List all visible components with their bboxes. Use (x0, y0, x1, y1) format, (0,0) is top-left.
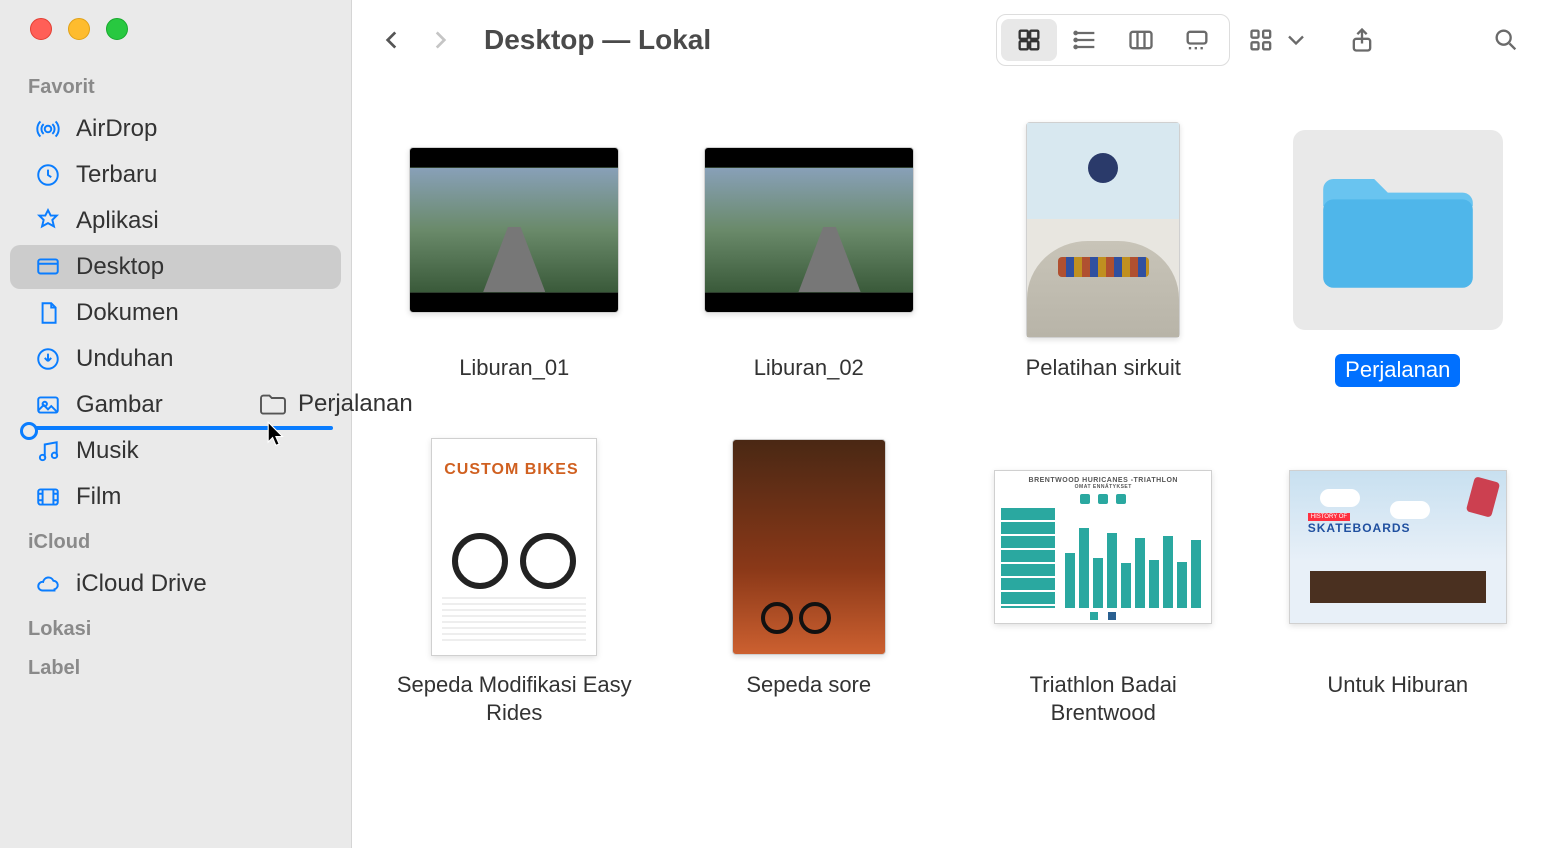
sidebar-item-desktop[interactable]: Desktop (10, 245, 341, 289)
file-thumbnail (699, 437, 919, 657)
sidebar-item-label: Terbaru (76, 161, 157, 189)
folder-icon (258, 392, 288, 416)
desktop-icon (34, 253, 62, 281)
file-label: Liburan_02 (754, 354, 864, 383)
zoom-window-button[interactable] (106, 18, 128, 40)
sidebar-item-label: Film (76, 483, 121, 511)
drag-ghost: Perjalanan (258, 390, 413, 418)
file-item-folder-selected[interactable]: Perjalanan (1266, 120, 1531, 387)
sidebar-item-icloud-drive[interactable]: iCloud Drive (10, 562, 341, 606)
airdrop-icon (34, 115, 62, 143)
file-item[interactable]: Sepeda sore (677, 437, 942, 728)
cloud-icon (34, 570, 62, 598)
file-item[interactable]: Pelatihan sirkuit (971, 120, 1236, 387)
sidebar-item-label: iCloud Drive (76, 570, 207, 598)
main-area: Desktop — Lokal (352, 0, 1560, 848)
sidebar-item-label: Dokumen (76, 299, 179, 327)
thumb-word: SKATEBOARDS (1308, 521, 1411, 535)
file-thumbnail (404, 437, 624, 657)
file-label: Sepeda Modifikasi Easy Rides (394, 671, 634, 728)
sidebar-item-airdrop[interactable]: AirDrop (10, 107, 341, 151)
sidebar-section-icloud: iCloud (0, 521, 351, 560)
applications-icon (34, 207, 62, 235)
file-item[interactable]: Liburan_02 (677, 120, 942, 387)
file-thumbnail (1288, 120, 1508, 340)
toolbar: Desktop — Lokal (352, 0, 1560, 80)
sidebar-item-documents[interactable]: Dokumen (10, 291, 341, 335)
sidebar-item-label: Desktop (76, 253, 164, 281)
gallery-view-button[interactable] (1169, 19, 1225, 61)
file-label: Triathlon Badai Brentwood (983, 671, 1223, 728)
clock-icon (34, 161, 62, 189)
window-title: Desktop — Lokal (484, 24, 711, 56)
column-view-button[interactable] (1113, 19, 1169, 61)
downloads-icon (34, 345, 62, 373)
back-button[interactable] (372, 20, 412, 60)
share-button[interactable] (1338, 19, 1386, 61)
icon-view-button[interactable] (1001, 19, 1057, 61)
chevron-down-icon (1282, 26, 1310, 54)
cursor-icon (266, 420, 288, 448)
search-button[interactable] (1482, 19, 1530, 61)
sidebar-item-recents[interactable]: Terbaru (10, 153, 341, 197)
close-window-button[interactable] (30, 18, 52, 40)
thumb-tag: HISTORY OF (1308, 513, 1350, 521)
file-label: Sepeda sore (746, 671, 871, 700)
sidebar-item-label: Musik (76, 437, 139, 465)
sidebar-section-lokasi: Lokasi (0, 608, 351, 647)
file-item[interactable]: HISTORY OF SKATEBOARDS Untuk Hiburan (1266, 437, 1531, 728)
file-grid: Liburan_01 Liburan_02 Pelatihan sirkuit (352, 80, 1560, 848)
sidebar-item-applications[interactable]: Aplikasi (10, 199, 341, 243)
pictures-icon (34, 391, 62, 419)
window-controls (0, 18, 351, 40)
spreadsheet-title: BRENTWOOD HURICANES -TRIATHLON (1001, 477, 1205, 484)
sidebar-item-downloads[interactable]: Unduhan (10, 337, 341, 381)
forward-button[interactable] (420, 20, 460, 60)
movies-icon (34, 483, 62, 511)
music-icon (34, 437, 62, 465)
finder-window: Favorit AirDrop Terbaru Aplikasi Desktop (0, 0, 1560, 848)
file-thumbnail: BRENTWOOD HURICANES -TRIATHLON OMAT ENNÄ… (993, 437, 1213, 657)
spreadsheet-subtitle: OMAT ENNÄTYKSET (1001, 484, 1205, 490)
document-icon (34, 299, 62, 327)
group-by-button[interactable] (1248, 19, 1310, 61)
view-mode-group (996, 14, 1230, 66)
file-item[interactable]: Sepeda Modifikasi Easy Rides (382, 437, 647, 728)
file-label: Untuk Hiburan (1327, 671, 1468, 700)
sidebar-item-music[interactable]: Musik (10, 429, 341, 473)
file-label: Perjalanan (1335, 354, 1460, 387)
file-item[interactable]: BRENTWOOD HURICANES -TRIATHLON OMAT ENNÄ… (971, 437, 1236, 728)
file-thumbnail (993, 120, 1213, 340)
sidebar-section-favorit: Favorit (0, 66, 351, 105)
minimize-window-button[interactable] (68, 18, 90, 40)
sidebar-item-label: Unduhan (76, 345, 173, 373)
list-view-button[interactable] (1057, 19, 1113, 61)
sidebar-item-label: Aplikasi (76, 207, 159, 235)
sidebar: Favorit AirDrop Terbaru Aplikasi Desktop (0, 0, 352, 848)
file-label: Liburan_01 (459, 354, 569, 383)
sidebar-section-label: Label (0, 647, 351, 686)
file-thumbnail (699, 120, 919, 340)
file-label: Pelatihan sirkuit (1026, 354, 1181, 383)
sidebar-item-label: AirDrop (76, 115, 157, 143)
folder-icon (1293, 130, 1503, 330)
file-item[interactable]: Liburan_01 (382, 120, 647, 387)
sidebar-item-label: Gambar (76, 391, 163, 419)
file-thumbnail: HISTORY OF SKATEBOARDS (1288, 437, 1508, 657)
drag-ghost-label: Perjalanan (298, 390, 413, 418)
file-thumbnail (404, 120, 624, 340)
sidebar-item-movies[interactable]: Film (10, 475, 341, 519)
